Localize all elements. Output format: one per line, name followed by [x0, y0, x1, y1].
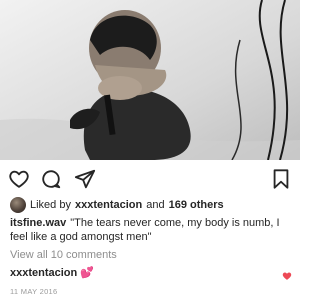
comment-item: xxxtentacion 💕: [10, 266, 290, 280]
bookmark-icon[interactable]: [270, 168, 292, 190]
heart-outline-icon[interactable]: [8, 168, 30, 190]
paper-plane-icon[interactable]: [74, 168, 96, 190]
post-actions-bar: [0, 166, 300, 192]
likes-prefix: Liked by: [30, 199, 71, 211]
likes-others[interactable]: 169 others: [169, 199, 224, 211]
post-caption: itsfine.wav "The tears never come, my bod…: [10, 216, 292, 244]
post-date: 11 MAY 2016: [10, 287, 58, 296]
post-photo-art: [0, 0, 300, 160]
heart-filled-icon[interactable]: [282, 268, 292, 280]
comment-text: 💕: [80, 267, 94, 279]
likes-summary: Liked by xxxtentacion and 169 others: [10, 196, 224, 214]
comment-bubble-icon[interactable]: [40, 168, 62, 190]
comment-username[interactable]: xxxtentacion: [10, 267, 77, 279]
post-photo[interactable]: [0, 0, 300, 160]
likes-middle: and: [146, 199, 165, 211]
view-all-comments-link[interactable]: View all 10 comments: [10, 249, 117, 261]
liker-username[interactable]: xxxtentacion: [75, 199, 142, 211]
caption-username[interactable]: itsfine.wav: [10, 217, 66, 229]
liker-avatar: [10, 197, 26, 213]
